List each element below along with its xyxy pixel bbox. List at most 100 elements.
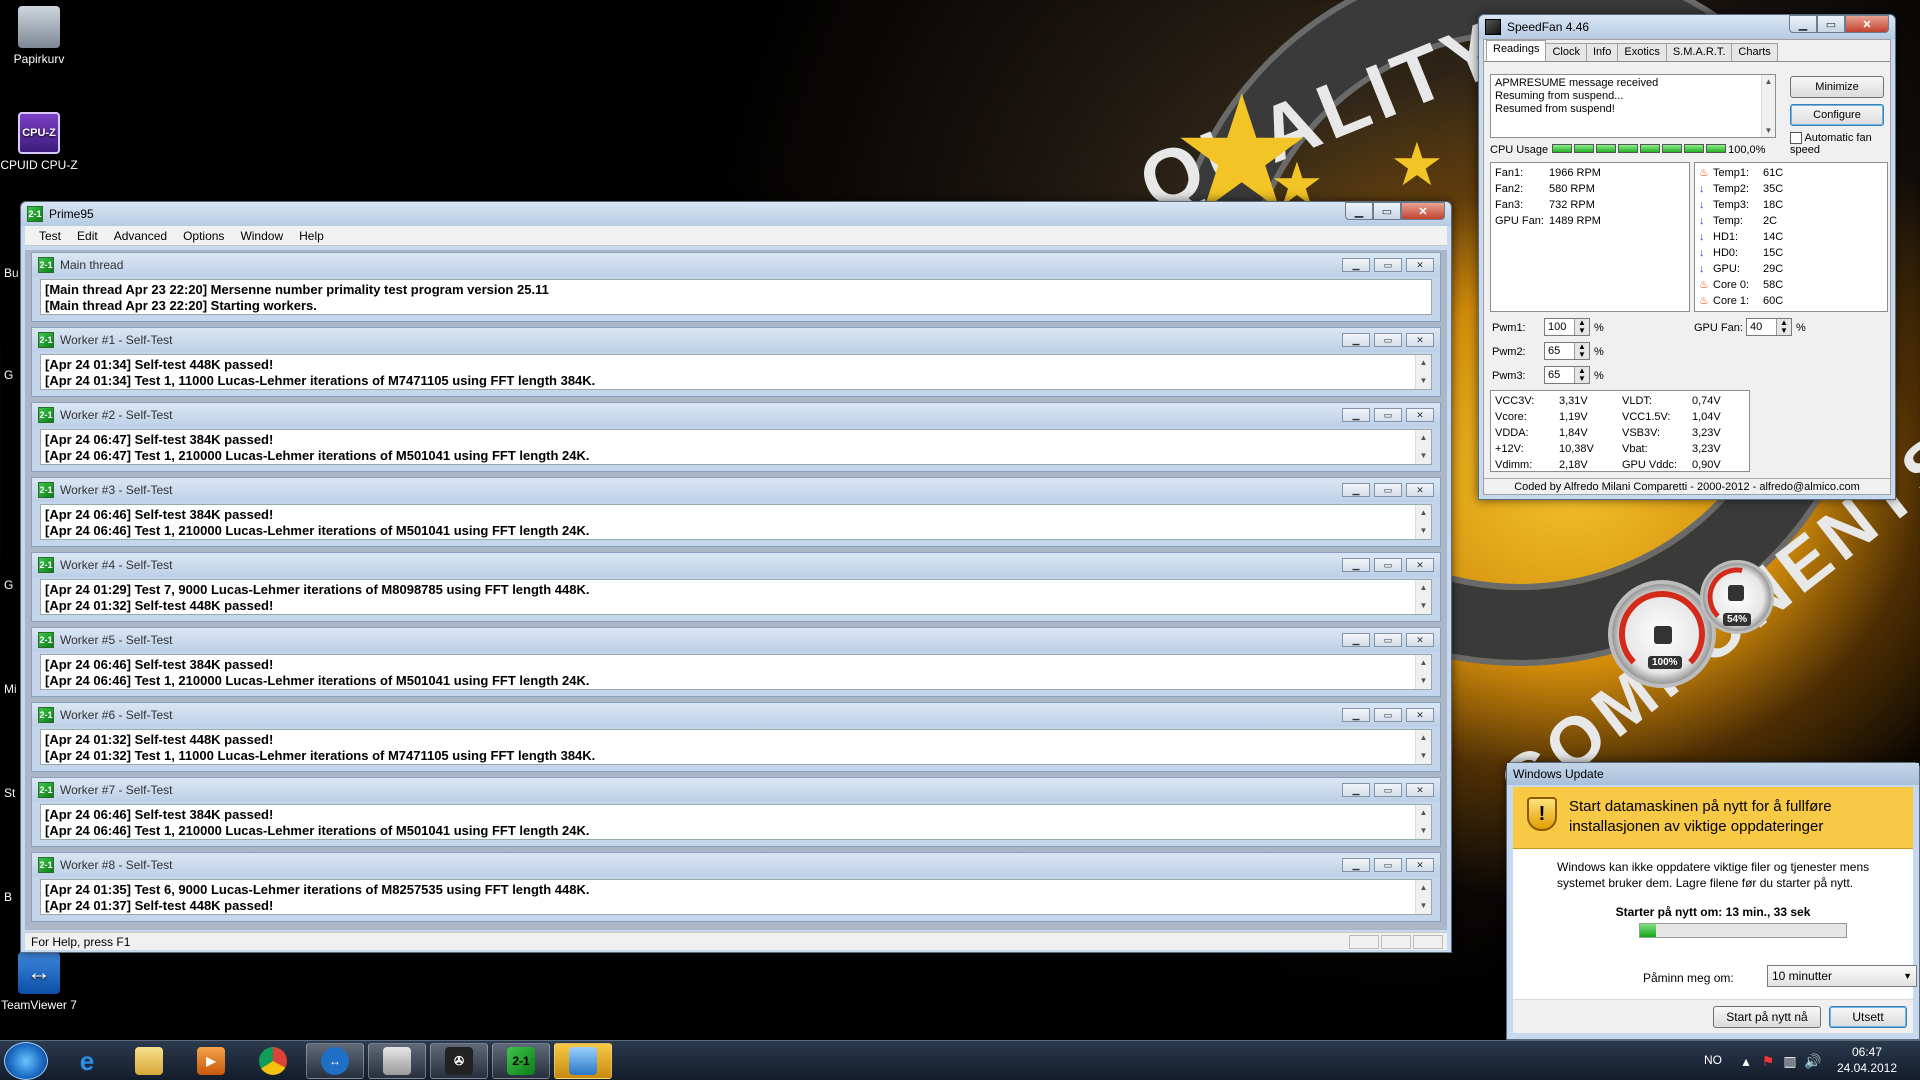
volume-icon[interactable]: 🔊 bbox=[1804, 1053, 1821, 1069]
scroll-down-icon[interactable]: ▼ bbox=[1416, 748, 1431, 764]
scroll-down-icon[interactable]: ▼ bbox=[1416, 373, 1431, 389]
scroll-down-icon[interactable]: ▼ bbox=[1762, 124, 1775, 137]
network-icon[interactable]: ▥ bbox=[1782, 1053, 1798, 1069]
child-window-worker-8[interactable]: 2-1 Worker #8 - Self-Test ▁ ▭ ✕ [Apr 24 01:… bbox=[31, 852, 1441, 922]
child-window-worker-7[interactable]: 2-1 Worker #7 - Self-Test ▁ ▭ ✕ [Apr 24 06:… bbox=[31, 777, 1441, 847]
prime95-window[interactable]: 2-1 Prime95 ▁ ▭ ✕ Test Edit Advanced Opt… bbox=[20, 201, 1452, 953]
spin-arrows-icon[interactable]: ▲ ▼ bbox=[1574, 343, 1589, 359]
event-log[interactable]: APMRESUME message received Resuming from… bbox=[1490, 74, 1776, 138]
minimize-button[interactable]: ▁ bbox=[1345, 202, 1373, 220]
log-text[interactable]: [Apr 24 06:47] Self-test 384K passed! [Ap… bbox=[40, 429, 1432, 465]
vertical-scrollbar[interactable]: ▲ ▼ bbox=[1415, 655, 1431, 689]
child-maximize-button[interactable]: ▭ bbox=[1374, 333, 1402, 347]
child-minimize-button[interactable]: ▁ bbox=[1342, 258, 1370, 272]
remind-interval-select[interactable]: 10 minutter ▼ bbox=[1767, 965, 1917, 987]
desktop-icon-teamviewer[interactable]: ↔ TeamViewer 7 bbox=[0, 952, 78, 1012]
desktop-icon-cpuz[interactable]: CPU-Z CPUID CPU-Z bbox=[0, 112, 78, 172]
scroll-up-icon[interactable]: ▲ bbox=[1416, 805, 1431, 821]
postpone-button[interactable]: Utsett bbox=[1829, 1006, 1907, 1028]
start-button[interactable] bbox=[4, 1042, 48, 1080]
maximize-button[interactable]: ▭ bbox=[1817, 15, 1845, 33]
vertical-scrollbar[interactable]: ▲ ▼ bbox=[1415, 505, 1431, 539]
child-window-worker-5[interactable]: 2-1 Worker #5 - Self-Test ▁ ▭ ✕ [Apr 24 06:… bbox=[31, 627, 1441, 697]
child-minimize-button[interactable]: ▁ bbox=[1342, 558, 1370, 572]
child-close-button[interactable]: ✕ bbox=[1406, 708, 1434, 722]
menu-window[interactable]: Window bbox=[232, 229, 291, 243]
vertical-scrollbar[interactable]: ▲ ▼ bbox=[1761, 75, 1775, 137]
tab-info[interactable]: Info bbox=[1586, 43, 1619, 61]
restart-now-button[interactable]: Start på nytt nå bbox=[1713, 1006, 1821, 1028]
pwm2-stepper[interactable]: 65 ▲ ▼ bbox=[1544, 342, 1590, 360]
scroll-up-icon[interactable]: ▲ bbox=[1416, 505, 1431, 521]
menu-help[interactable]: Help bbox=[291, 229, 332, 243]
log-text[interactable]: [Apr 24 01:34] Self-test 448K passed! [Ap… bbox=[40, 354, 1432, 390]
pwm3-stepper[interactable]: 65 ▲ ▼ bbox=[1544, 366, 1590, 384]
child-maximize-button[interactable]: ▭ bbox=[1374, 633, 1402, 647]
scroll-up-icon[interactable]: ▲ bbox=[1416, 655, 1431, 671]
scroll-up-icon[interactable]: ▲ bbox=[1416, 580, 1431, 596]
maximize-button[interactable]: ▭ bbox=[1373, 202, 1401, 220]
log-text[interactable]: [Apr 24 06:46] Self-test 384K passed! [Ap… bbox=[40, 654, 1432, 690]
log-text[interactable]: [Main thread Apr 23 22:20] Mersenne numb… bbox=[40, 279, 1432, 315]
scroll-up-icon[interactable]: ▲ bbox=[1416, 355, 1431, 371]
child-close-button[interactable]: ✕ bbox=[1406, 483, 1434, 497]
child-minimize-button[interactable]: ▁ bbox=[1342, 408, 1370, 422]
child-minimize-button[interactable]: ▁ bbox=[1342, 708, 1370, 722]
taskbar-windows-update[interactable] bbox=[554, 1043, 612, 1079]
child-maximize-button[interactable]: ▭ bbox=[1374, 258, 1402, 272]
log-text[interactable]: [Apr 24 01:32] Self-test 448K passed! [Ap… bbox=[40, 729, 1432, 765]
child-maximize-button[interactable]: ▭ bbox=[1374, 483, 1402, 497]
taskbar-prime95[interactable]: 2-1 bbox=[492, 1043, 550, 1079]
child-minimize-button[interactable]: ▁ bbox=[1342, 783, 1370, 797]
child-maximize-button[interactable]: ▭ bbox=[1374, 783, 1402, 797]
log-text[interactable]: [Apr 24 06:46] Self-test 384K passed! [Ap… bbox=[40, 504, 1432, 540]
log-text[interactable]: [Apr 24 06:46] Self-test 384K passed! [Ap… bbox=[40, 804, 1432, 840]
log-text[interactable]: [Apr 24 01:35] Test 6, 9000 Lucas-Lehmer… bbox=[40, 879, 1432, 915]
scroll-down-icon[interactable]: ▼ bbox=[1416, 598, 1431, 614]
action-center-flag-icon[interactable]: ⚑ bbox=[1760, 1053, 1776, 1069]
scroll-down-icon[interactable]: ▼ bbox=[1416, 898, 1431, 914]
menu-edit[interactable]: Edit bbox=[69, 229, 106, 243]
tab-exotics[interactable]: Exotics bbox=[1617, 43, 1667, 61]
child-minimize-button[interactable]: ▁ bbox=[1342, 333, 1370, 347]
child-close-button[interactable]: ✕ bbox=[1406, 858, 1434, 872]
spin-arrows-icon[interactable]: ▲ ▼ bbox=[1776, 319, 1791, 335]
tab-clock[interactable]: Clock bbox=[1545, 43, 1587, 61]
child-maximize-button[interactable]: ▭ bbox=[1374, 858, 1402, 872]
pwm1-stepper[interactable]: 100 ▲ ▼ bbox=[1544, 318, 1590, 336]
close-button[interactable]: ✕ bbox=[1401, 202, 1445, 220]
vertical-scrollbar[interactable]: ▲ ▼ bbox=[1415, 580, 1431, 614]
child-maximize-button[interactable]: ▭ bbox=[1374, 708, 1402, 722]
desktop-icon-recycle-bin[interactable]: Papirkurv bbox=[0, 6, 78, 66]
menu-options[interactable]: Options bbox=[175, 229, 232, 243]
automatic-fan-speed-checkbox[interactable] bbox=[1790, 132, 1802, 145]
child-close-button[interactable]: ✕ bbox=[1406, 633, 1434, 647]
tray-expand-icon[interactable]: ▴ bbox=[1738, 1053, 1754, 1069]
speedfan-titlebar[interactable]: SpeedFan 4.46 ▁ ▭ ✕ bbox=[1479, 15, 1895, 39]
scroll-up-icon[interactable]: ▲ bbox=[1416, 430, 1431, 446]
child-minimize-button[interactable]: ▁ bbox=[1342, 633, 1370, 647]
log-text[interactable]: [Apr 24 01:29] Test 7, 9000 Lucas-Lehmer… bbox=[40, 579, 1432, 615]
child-minimize-button[interactable]: ▁ bbox=[1342, 483, 1370, 497]
vertical-scrollbar[interactable]: ▲ ▼ bbox=[1415, 880, 1431, 914]
child-window-worker-2[interactable]: 2-1 Worker #2 - Self-Test ▁ ▭ ✕ [Apr 24 06:… bbox=[31, 402, 1441, 472]
child-maximize-button[interactable]: ▭ bbox=[1374, 408, 1402, 422]
tab-readings[interactable]: Readings bbox=[1486, 40, 1547, 61]
taskbar-explorer[interactable] bbox=[120, 1043, 178, 1079]
minimize-to-tray-button[interactable]: Minimize bbox=[1790, 76, 1884, 98]
memory-gauge[interactable]: 54% bbox=[1700, 560, 1774, 634]
windows-update-window[interactable]: Windows Update ! Start datamaskinen på n… bbox=[1506, 762, 1920, 1040]
child-close-button[interactable]: ✕ bbox=[1406, 558, 1434, 572]
vertical-scrollbar[interactable]: ▲ ▼ bbox=[1415, 355, 1431, 389]
child-window-worker-1[interactable]: 2-1 Worker #1 - Self-Test ▁ ▭ ✕ [Apr 24 01:… bbox=[31, 327, 1441, 397]
child-window-worker-4[interactable]: 2-1 Worker #4 - Self-Test ▁ ▭ ✕ [Apr 24 01:… bbox=[31, 552, 1441, 622]
child-minimize-button[interactable]: ▁ bbox=[1342, 858, 1370, 872]
windows-update-titlebar[interactable]: Windows Update bbox=[1507, 763, 1919, 785]
taskbar-hardware[interactable] bbox=[368, 1043, 426, 1079]
child-window-worker-6[interactable]: 2-1 Worker #6 - Self-Test ▁ ▭ ✕ [Apr 24 01:… bbox=[31, 702, 1441, 772]
scroll-up-icon[interactable]: ▲ bbox=[1762, 75, 1775, 88]
scroll-down-icon[interactable]: ▼ bbox=[1416, 523, 1431, 539]
scroll-down-icon[interactable]: ▼ bbox=[1416, 673, 1431, 689]
speedfan-window[interactable]: SpeedFan 4.46 ▁ ▭ ✕ Readings Clock Info … bbox=[1478, 14, 1896, 500]
gpu-fan-stepper[interactable]: 40 ▲ ▼ bbox=[1746, 318, 1792, 336]
